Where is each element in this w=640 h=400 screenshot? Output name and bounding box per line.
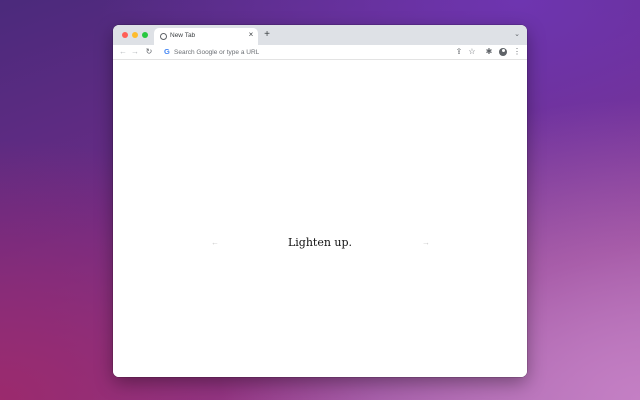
google-icon: G <box>164 47 170 56</box>
browser-window: New Tab × + ⌄ ← → ↻ G ⇪ ☆ ✱ ⋮ ← Lighten … <box>113 25 527 377</box>
next-quote-arrow-icon[interactable]: → <box>421 238 431 248</box>
search-input[interactable] <box>174 46 444 58</box>
back-arrow-icon[interactable]: ← <box>117 46 129 58</box>
new-tab-page: ← Lighten up. → ⋯ <box>113 60 527 377</box>
quote-text: Lighten up. <box>287 236 353 249</box>
tab-title: New Tab <box>170 32 196 39</box>
window-close-button[interactable] <box>122 32 128 38</box>
browser-toolbar: ← → ↻ G ⇪ ☆ ✱ ⋮ <box>113 45 527 60</box>
globe-icon <box>160 33 167 40</box>
reload-icon[interactable]: ↻ <box>143 46 155 58</box>
chevron-down-icon[interactable]: ⌄ <box>513 31 521 39</box>
address-bar[interactable]: G <box>159 46 453 58</box>
share-icon[interactable]: ⇪ <box>453 46 465 58</box>
profile-avatar-icon[interactable] <box>497 46 509 58</box>
avatar <box>499 47 507 56</box>
kebab-menu-icon[interactable]: ⋮ <box>511 46 523 58</box>
extensions-puzzle-icon[interactable]: ✱ <box>483 46 495 58</box>
close-icon[interactable]: × <box>247 31 255 39</box>
window-minimize-button[interactable] <box>132 32 138 38</box>
tab-strip: New Tab × + ⌄ <box>113 25 527 45</box>
tab-new-tab[interactable]: New Tab × <box>154 28 258 45</box>
new-tab-button[interactable]: + <box>262 30 272 40</box>
window-maximize-button[interactable] <box>142 32 148 38</box>
forward-arrow-icon[interactable]: → <box>129 46 141 58</box>
bookmark-star-icon[interactable]: ☆ <box>466 46 478 58</box>
